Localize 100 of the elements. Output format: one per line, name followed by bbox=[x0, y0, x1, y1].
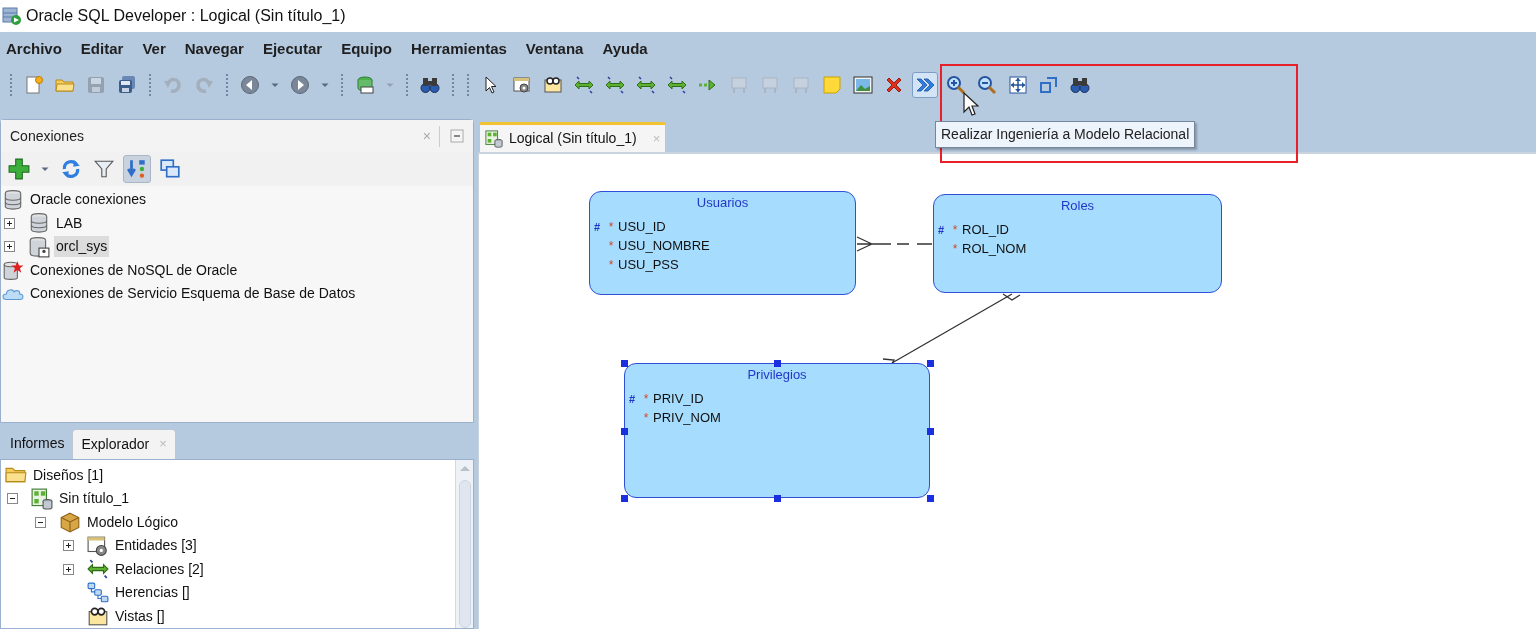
tree-item[interactable]: Herencias [] bbox=[113, 582, 192, 604]
selection-handle[interactable] bbox=[927, 495, 934, 502]
tree-item[interactable]: Vistas [] bbox=[113, 605, 167, 627]
panel-tab[interactable]: Informes bbox=[2, 428, 73, 459]
selection-handle[interactable] bbox=[774, 495, 781, 502]
double-arrow-icon bbox=[87, 558, 109, 581]
attribute-name: USU_PSS bbox=[618, 256, 679, 275]
entity-box[interactable]: Usuarios # * USU_ID * USU_NOMBRE * USU_PSS bbox=[589, 191, 856, 295]
minimize-icon[interactable] bbox=[450, 129, 464, 143]
window-title: Oracle SQL Developer : Logical (Sin título_1) bbox=[26, 6, 346, 26]
entity-title: Privilegios bbox=[747, 366, 807, 384]
entity-title: Usuarios bbox=[696, 194, 749, 212]
attribute-name: ROL_ID bbox=[962, 221, 1009, 240]
tree-item[interactable]: Entidades [3] bbox=[113, 535, 199, 557]
selection-handle[interactable] bbox=[621, 360, 628, 367]
zoom-out-icon[interactable] bbox=[977, 75, 997, 95]
entity-box[interactable]: Privilegios # * PRIV_ID * PRIV_NOM bbox=[624, 363, 930, 498]
menu-item[interactable]: Ejecutar bbox=[262, 37, 323, 61]
menu-item[interactable]: Ventana bbox=[525, 37, 584, 61]
tooltip: Realizar Ingeniería a Modelo Relacional bbox=[935, 121, 1196, 148]
menu-item[interactable]: Ver bbox=[142, 37, 166, 61]
tree-item[interactable]: orcl_sys bbox=[54, 236, 110, 258]
attribute-name: USU_ID bbox=[618, 218, 666, 237]
fit-icon[interactable] bbox=[1008, 75, 1028, 95]
binoculars-icon[interactable] bbox=[1070, 75, 1090, 95]
double-arrow-icon[interactable] bbox=[667, 75, 687, 95]
resize-icon[interactable] bbox=[1039, 75, 1059, 95]
expand-icon[interactable] bbox=[4, 217, 15, 229]
expand-icon[interactable] bbox=[63, 563, 74, 575]
database-icon bbox=[2, 188, 24, 211]
database-star-icon bbox=[2, 259, 24, 282]
entity-box[interactable]: Roles # * ROL_ID * ROL_NOM bbox=[933, 194, 1222, 293]
primary-key-mark: # bbox=[594, 219, 602, 235]
collapse-icon[interactable] bbox=[35, 516, 46, 528]
plus-icon[interactable] bbox=[8, 158, 30, 180]
required-mark: * bbox=[607, 257, 615, 274]
panel-tab[interactable]: Explorador × bbox=[72, 428, 176, 459]
double-arrow-icon[interactable] bbox=[574, 75, 594, 95]
required-mark: * bbox=[642, 410, 650, 427]
primary-key-mark: # bbox=[629, 391, 637, 407]
menu-item[interactable]: Equipo bbox=[341, 37, 392, 61]
double-arrow-icon[interactable] bbox=[605, 75, 625, 95]
forward-icon[interactable] bbox=[290, 75, 310, 95]
scrollbar[interactable] bbox=[455, 459, 473, 628]
required-mark: * bbox=[607, 238, 615, 255]
selection-handle[interactable] bbox=[621, 427, 628, 435]
cube-icon bbox=[59, 511, 81, 534]
hierarchy-icon bbox=[87, 581, 109, 604]
floppies-icon[interactable] bbox=[117, 75, 137, 95]
attribute-name: ROL_NOM bbox=[962, 240, 1027, 259]
binoculars-icon[interactable] bbox=[420, 75, 440, 95]
menu-item[interactable]: Editar bbox=[80, 37, 124, 61]
attribute-name: USU_NOMBRE bbox=[618, 237, 710, 256]
double-arrow-icon[interactable] bbox=[636, 75, 656, 95]
entity-title: Roles bbox=[1060, 197, 1095, 215]
gear-box-icon[interactable] bbox=[512, 75, 532, 95]
tree-item[interactable]: Oracle conexiones bbox=[28, 189, 148, 211]
panel-title: Conexiones bbox=[10, 126, 84, 146]
database-icon bbox=[28, 212, 50, 235]
collapse-icon[interactable] bbox=[7, 493, 18, 505]
selection-handle[interactable] bbox=[774, 360, 781, 367]
selection-handle[interactable] bbox=[927, 360, 934, 367]
filter-icon[interactable] bbox=[93, 158, 115, 180]
double-chevron-icon[interactable] bbox=[915, 75, 935, 95]
primary-key-mark: # bbox=[938, 222, 946, 238]
selection-handle[interactable] bbox=[927, 427, 934, 435]
picture-icon[interactable] bbox=[853, 75, 873, 95]
sort-icon[interactable] bbox=[126, 158, 148, 180]
refresh-icon[interactable] bbox=[60, 158, 82, 180]
windows-icon[interactable] bbox=[159, 158, 181, 180]
tree-item[interactable]: Diseños [1] bbox=[31, 464, 106, 486]
editor-tab[interactable]: Logical (Sin título_1) × bbox=[479, 122, 667, 152]
database-icon[interactable] bbox=[355, 75, 375, 95]
database-icon bbox=[28, 235, 50, 258]
gear-box-icon bbox=[87, 534, 109, 557]
menu-item[interactable]: Herramientas bbox=[410, 37, 507, 61]
attribute-name: PRIV_NOM bbox=[653, 409, 721, 428]
glasses-box-icon[interactable] bbox=[543, 75, 563, 95]
delete-icon[interactable] bbox=[884, 75, 904, 95]
diagram-icon bbox=[485, 129, 503, 148]
new-file-icon[interactable] bbox=[24, 75, 44, 95]
tree-item[interactable]: Conexiones de NoSQL de Oracle bbox=[28, 259, 240, 281]
required-mark: * bbox=[951, 241, 959, 258]
zoom-in-icon[interactable] bbox=[946, 75, 966, 95]
expand-icon[interactable] bbox=[63, 540, 74, 552]
tree-item[interactable]: Modelo Lógico bbox=[85, 511, 181, 533]
back-icon[interactable] bbox=[240, 75, 260, 95]
menu-item[interactable]: Ayuda bbox=[602, 37, 648, 61]
selection-handle[interactable] bbox=[621, 495, 628, 502]
menu-item[interactable]: Archivo bbox=[6, 37, 62, 61]
scroll-thumb[interactable] bbox=[458, 479, 471, 628]
diagram-canvas[interactable]: Usuarios # * USU_ID * USU_NOMBRE * USU_PSS Roles # * ROL_ID * ROL_NOM Privilegios # * PRIV_ID * PRIV_NOM bbox=[478, 152, 1536, 629]
expand-icon[interactable] bbox=[4, 241, 15, 253]
tree-item[interactable]: LAB bbox=[54, 212, 85, 234]
menu-item[interactable]: Navegar bbox=[184, 37, 244, 61]
tree-item[interactable]: Relaciones [2] bbox=[113, 558, 206, 580]
diagram-icon bbox=[31, 487, 53, 510]
required-mark: * bbox=[951, 222, 959, 239]
tree-item[interactable]: Conexiones de Servicio Esquema de Base de Datos bbox=[28, 283, 358, 305]
tree-item[interactable]: Sin título_1 bbox=[57, 488, 132, 510]
